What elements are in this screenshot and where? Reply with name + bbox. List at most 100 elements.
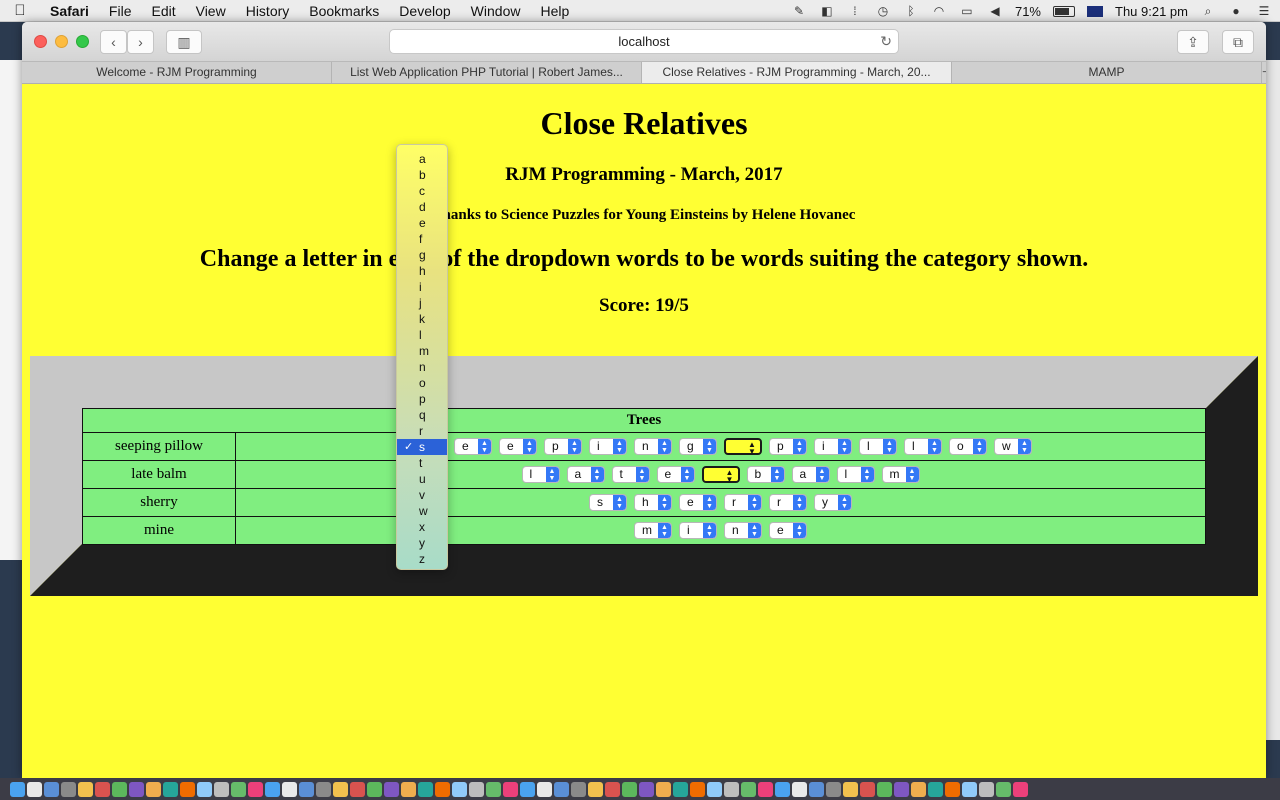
battery-percent[interactable]: 71% <box>1015 4 1041 19</box>
dock-app-icon[interactable] <box>44 781 59 797</box>
dock-app-icon[interactable] <box>163 781 178 797</box>
tool-icon[interactable]: ✎ <box>791 4 807 18</box>
letter-select[interactable]: a ▲ ▼ <box>566 466 605 483</box>
dock-app-icon[interactable] <box>129 781 144 797</box>
dock-app-icon[interactable] <box>724 781 739 797</box>
dock-app-icon[interactable] <box>537 781 552 797</box>
dock-app-icon[interactable] <box>265 781 280 797</box>
app-status-icon[interactable]: ◧ <box>819 4 835 18</box>
menu-clock[interactable]: Thu 9:21 pm <box>1115 4 1188 19</box>
dock-app-icon[interactable] <box>146 781 161 797</box>
letter-select[interactable]: h ▲ ▼ <box>634 494 672 511</box>
dock-app-icon[interactable] <box>656 781 671 797</box>
letter-select[interactable]: m ▲ ▼ <box>634 522 672 539</box>
dock-app-icon[interactable] <box>112 781 127 797</box>
letter-select[interactable]: y ▲ ▼ <box>814 494 852 511</box>
dock-app-icon[interactable] <box>826 781 841 797</box>
dropdown-option[interactable]: t <box>397 455 447 471</box>
dock-app-icon[interactable] <box>248 781 263 797</box>
dock-app-icon[interactable] <box>622 781 637 797</box>
dropdown-option[interactable]: z <box>397 551 447 567</box>
dropdown-option[interactable]: i <box>397 279 447 295</box>
dock-app-icon[interactable] <box>299 781 314 797</box>
dropdown-option[interactable]: m <box>397 343 447 359</box>
dock-app-icon[interactable] <box>741 781 756 797</box>
letter-select[interactable]: l ▲ ▼ <box>836 466 875 483</box>
menu-app-name[interactable]: Safari <box>40 3 99 19</box>
letter-select[interactable]: n ▲ ▼ <box>724 522 762 539</box>
dropdown-option[interactable]: n <box>397 359 447 375</box>
menu-window[interactable]: Window <box>461 3 531 19</box>
letter-select[interactable]: ▲ ▼ <box>701 466 740 483</box>
dock-app-icon[interactable] <box>843 781 858 797</box>
dropdown-option[interactable]: k <box>397 311 447 327</box>
back-button[interactable]: ‹ <box>100 30 127 54</box>
letter-select[interactable]: a ▲ ▼ <box>791 466 830 483</box>
dock-app-icon[interactable] <box>588 781 603 797</box>
time-machine-icon[interactable]: ◷ <box>875 4 891 18</box>
dock-app-icon[interactable] <box>571 781 586 797</box>
letter-select[interactable]: e ▲ ▼ <box>656 466 695 483</box>
share-button[interactable]: ⇪ <box>1177 30 1209 54</box>
tab-list-web-application[interactable]: List Web Application PHP Tutorial | Robe… <box>332 62 642 83</box>
dropdown-option[interactable]: d <box>397 199 447 215</box>
dropdown-option[interactable]: b <box>397 167 447 183</box>
letter-select[interactable]: i ▲ ▼ <box>589 438 627 455</box>
letter-select[interactable]: m ▲ ▼ <box>881 466 920 483</box>
dock-app-icon[interactable] <box>180 781 195 797</box>
menu-help[interactable]: Help <box>530 3 579 19</box>
dock-app-icon[interactable] <box>401 781 416 797</box>
dock-app-icon[interactable] <box>792 781 807 797</box>
menu-bookmarks[interactable]: Bookmarks <box>299 3 389 19</box>
letter-select[interactable]: g ▲ ▼ <box>679 438 717 455</box>
letter-select[interactable]: r ▲ ▼ <box>769 494 807 511</box>
dock-app-icon[interactable] <box>469 781 484 797</box>
letter-select[interactable]: t ▲ ▼ <box>611 466 650 483</box>
letter-select[interactable]: l ▲ ▼ <box>521 466 560 483</box>
input-source-flag-icon[interactable] <box>1087 5 1103 17</box>
dock-app-icon[interactable] <box>61 781 76 797</box>
dock-app-icon[interactable] <box>350 781 365 797</box>
letter-dropdown-popup[interactable]: abcdefghijklmnopqrstuvwxyz <box>396 144 448 570</box>
dock-app-icon[interactable] <box>962 781 977 797</box>
dock-app-icon[interactable] <box>690 781 705 797</box>
volume-icon[interactable]: ◀ <box>987 4 1003 18</box>
dropdown-option[interactable]: f <box>397 231 447 247</box>
letter-select[interactable]: p ▲ ▼ <box>769 438 807 455</box>
menu-history[interactable]: History <box>236 3 300 19</box>
dock-app-icon[interactable] <box>809 781 824 797</box>
dropdown-option[interactable]: p <box>397 391 447 407</box>
letter-select[interactable]: s ▲▼ <box>589 494 627 511</box>
letter-select[interactable]: i ▲ ▼ <box>679 522 717 539</box>
new-tab-button[interactable]: + <box>1262 62 1266 83</box>
dock-app-icon[interactable] <box>435 781 450 797</box>
letter-select[interactable]: e ▲ ▼ <box>769 522 807 539</box>
dock-app-icon[interactable] <box>554 781 569 797</box>
sidebar-button[interactable]: ▥ <box>166 30 202 54</box>
letter-select[interactable]: l ▲ ▼ <box>859 438 897 455</box>
menu-file[interactable]: File <box>99 3 142 19</box>
dropdown-option[interactable]: v <box>397 487 447 503</box>
battery-icon[interactable] <box>1053 5 1075 17</box>
dock-app-icon[interactable] <box>707 781 722 797</box>
show-tabs-button[interactable]: ⧉ <box>1222 30 1254 54</box>
dropdown-option[interactable]: l <box>397 327 447 343</box>
grid-icon[interactable]: ⁞ <box>847 4 863 18</box>
dropdown-option[interactable]: h <box>397 263 447 279</box>
dock-app-icon[interactable] <box>282 781 297 797</box>
letter-select[interactable]: e ▲ ▼ <box>499 438 537 455</box>
dock-app-icon[interactable] <box>333 781 348 797</box>
dropdown-option[interactable]: g <box>397 247 447 263</box>
dock-app-icon[interactable] <box>418 781 433 797</box>
close-window-button[interactable] <box>34 35 47 48</box>
apple-menu-icon[interactable]:  <box>0 2 40 19</box>
dropdown-option[interactable]: a <box>397 151 447 167</box>
dock-app-icon[interactable] <box>639 781 654 797</box>
letter-select[interactable]: l ▲ ▼ <box>904 438 942 455</box>
tab-welcome[interactable]: Welcome - RJM Programming <box>22 62 332 83</box>
tab-mamp[interactable]: MAMP <box>952 62 1262 83</box>
dock-app-icon[interactable] <box>758 781 773 797</box>
dropdown-option[interactable]: s <box>397 439 447 455</box>
letter-select[interactable]: b ▲ ▼ <box>746 466 785 483</box>
letter-select[interactable]: w ▲ ▼ <box>994 438 1032 455</box>
